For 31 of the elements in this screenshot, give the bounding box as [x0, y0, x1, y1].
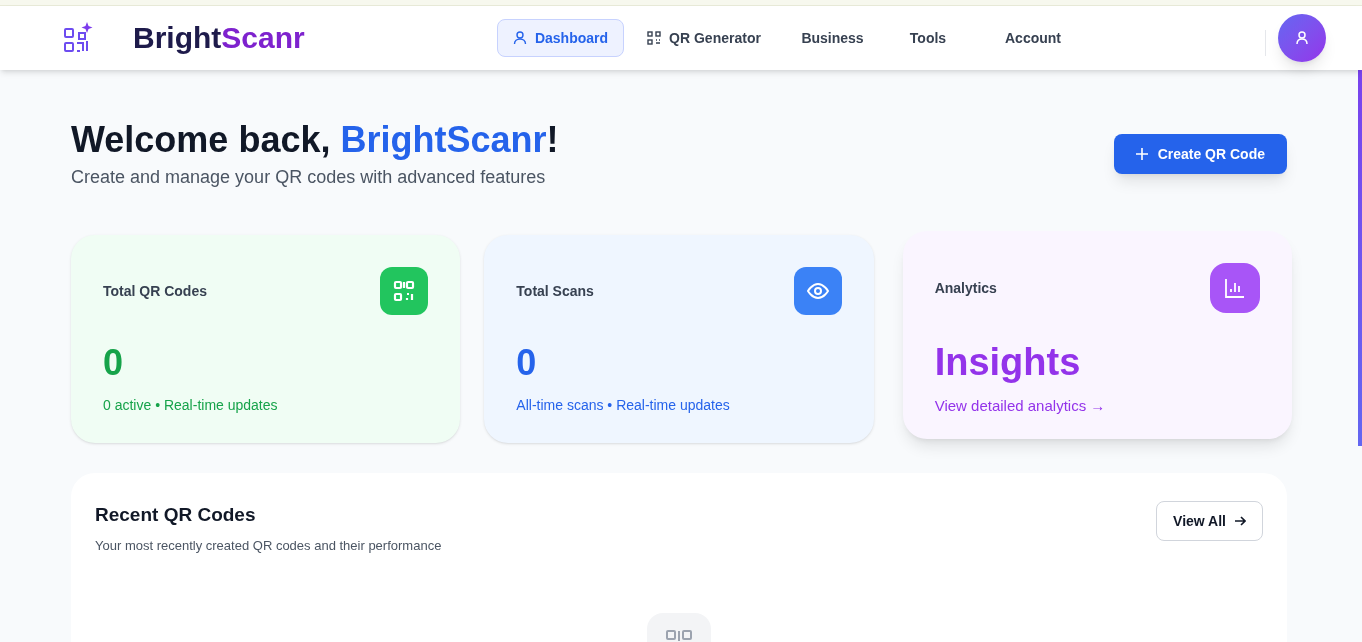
- nav-tab[interactable]: Dashboard: [497, 19, 624, 57]
- card-label: Total Scans: [516, 281, 594, 301]
- qr-code-icon: [393, 280, 416, 302]
- section-subtitle: Your most recently created QR codes and their performance: [95, 536, 442, 555]
- nav-tab[interactable]: QR Generator: [624, 19, 784, 57]
- card-note[interactable]: View detailed analytics →: [934, 395, 1260, 418]
- nav-tab[interactable]: Account: [975, 19, 1091, 57]
- card-note: 0 active • Real-time updates: [103, 396, 279, 415]
- view-all-button[interactable]: View All: [1156, 501, 1263, 541]
- welcome-title: Welcome back, BrightScanr!: [71, 118, 559, 162]
- card-note: All-time scans • Real-time updates: [516, 396, 731, 415]
- qr-code-icon: [647, 31, 662, 45]
- create-qr-button[interactable]: Create QR Code: [1113, 134, 1287, 174]
- nav-tab[interactable]: Tools: [881, 19, 975, 57]
- nav-tab[interactable]: Business: [784, 19, 881, 57]
- eye-icon: [806, 280, 829, 302]
- logo-icon: [63, 21, 93, 55]
- card-label: Analytics: [934, 278, 997, 298]
- card-value: 0: [516, 345, 538, 381]
- card-value: Insights: [934, 343, 1082, 381]
- bar-chart-icon: [1224, 277, 1246, 299]
- brand-name[interactable]: BrightScanr: [133, 23, 305, 53]
- avatar-button[interactable]: [1278, 14, 1326, 62]
- arrow-right-icon: [1234, 515, 1246, 527]
- user-icon: [512, 31, 527, 45]
- plus-icon: [1135, 148, 1148, 160]
- section-title: Recent QR Codes: [95, 503, 257, 527]
- card-label: Total QR Codes: [103, 281, 207, 301]
- card-value: 0: [103, 345, 125, 381]
- welcome-subtitle: Create and manage your QR codes with advanced features: [71, 166, 547, 189]
- user-icon: [1295, 31, 1309, 45]
